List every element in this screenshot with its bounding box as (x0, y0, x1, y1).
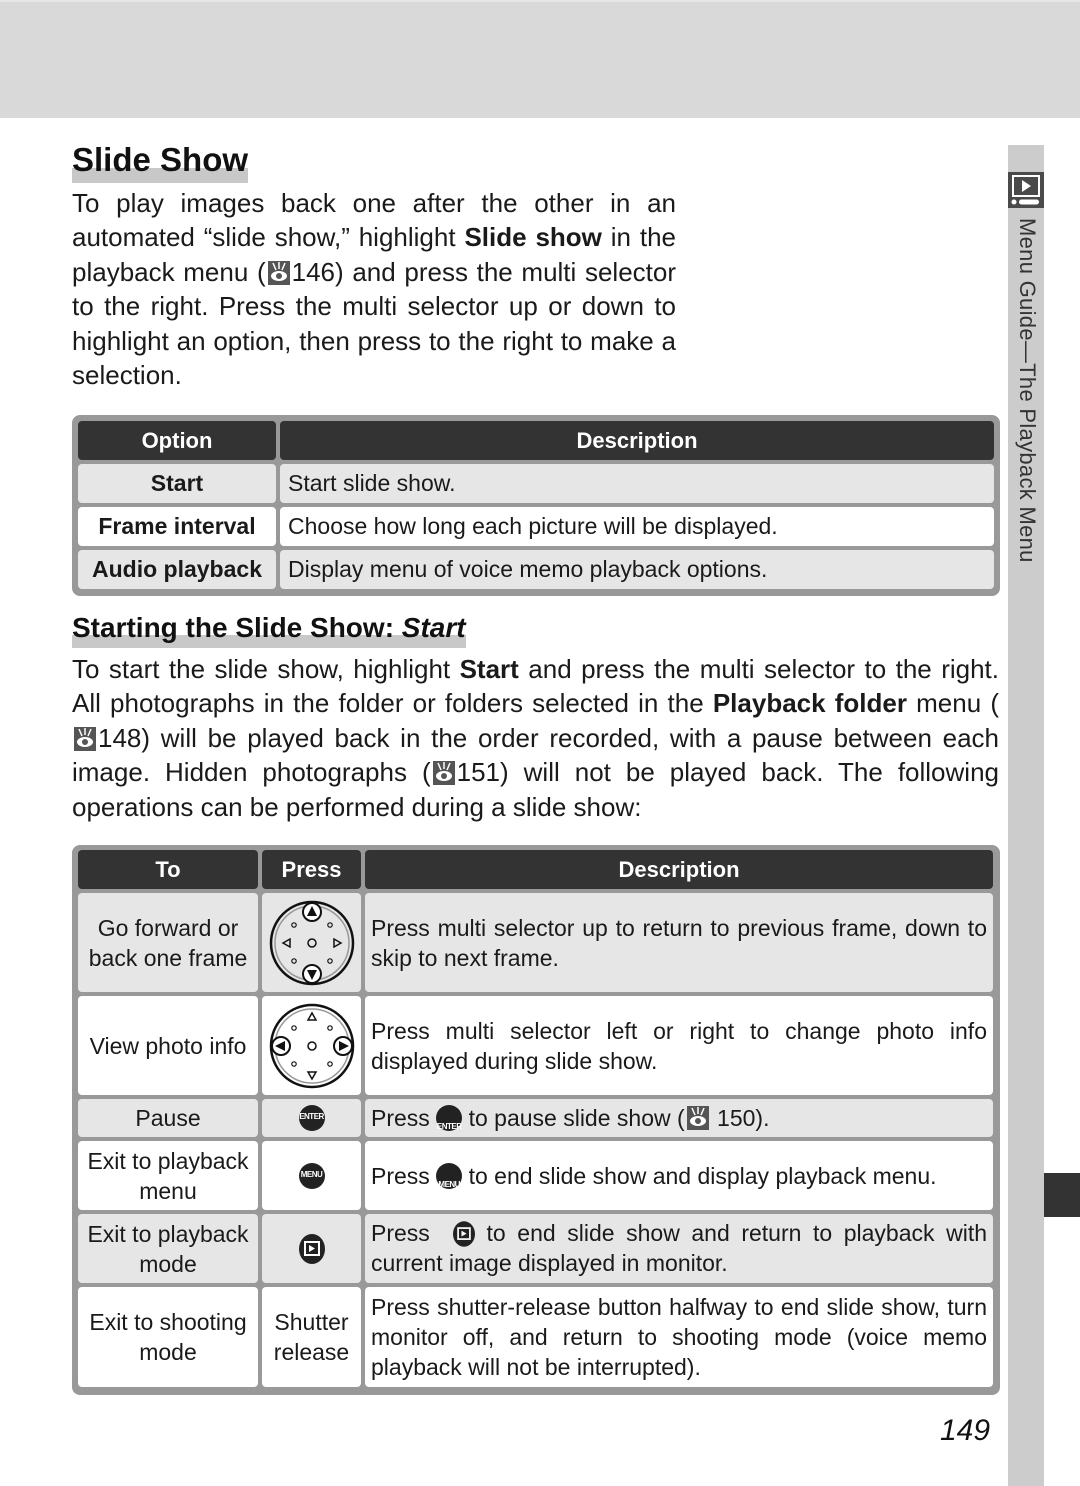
op-press-photo-info (262, 996, 361, 1095)
reference-page: 151 (456, 757, 500, 788)
reference-eye-icon (74, 726, 96, 751)
op-description-shooting-mode: Press shutter-release button halfway to … (365, 1287, 993, 1387)
ops-header-press: Press (262, 850, 361, 889)
op-description-pause: Press ENTER to pause slide show ( 150). (365, 1099, 993, 1137)
option-audio-playback: Audio playback (78, 550, 276, 589)
section-tab-marker (1044, 1173, 1080, 1217)
op-description-playback-menu: Press MENU to end slide show and display… (365, 1141, 993, 1210)
body-paragraph: To start the slide show, highlight Start… (72, 652, 999, 824)
playback-button-icon (298, 1233, 325, 1264)
page-number: 149 (940, 1414, 991, 1447)
op-to-photo-info: View photo info (78, 996, 258, 1095)
op-to-playback-mode: Exit to playback mode (78, 1214, 258, 1283)
op-press-frame (262, 893, 361, 992)
op-description-playback-mode: Press to end slide show and return to pl… (365, 1214, 993, 1283)
side-tab-label: Menu Guide—The Playback Menu (1010, 218, 1042, 638)
multi-selector-up-down-icon (269, 900, 354, 985)
ops-header-description: Description (365, 850, 993, 889)
op-to-playback-menu: Exit to playback menu (78, 1141, 258, 1210)
desc-text: to end slide show and display playback m… (462, 1162, 937, 1189)
enter-button-label: ENTER (436, 1122, 462, 1131)
option-start: Start (78, 464, 276, 503)
option-audio-playback-description: Display menu of voice memo playback opti… (280, 550, 994, 589)
desc-text: ). (755, 1105, 770, 1131)
desc-text: to pause slide show ( (462, 1105, 685, 1131)
options-table: Option Description Start Start slide sho… (72, 415, 1000, 596)
option-start-description: Start slide show. (280, 464, 994, 503)
side-label-part2: The Playback Menu (1015, 363, 1040, 563)
ops-header-to: To (78, 850, 258, 889)
top-band (0, 0, 1080, 118)
op-description-frame: Press multi selector up to return to pre… (365, 893, 993, 992)
desc-text: Press (371, 1220, 442, 1246)
enter-button-icon: ENTER (436, 1105, 463, 1131)
desc-text: Press (371, 1162, 430, 1189)
op-press-playback-mode (262, 1214, 361, 1283)
op-to-frame: Go forward or back one frame (78, 893, 258, 992)
op-press-pause: ENTER (262, 1099, 361, 1137)
playback-button-icon (452, 1221, 475, 1247)
side-label-part1: Menu Guide (1015, 218, 1040, 341)
body-bold: Playback folder (712, 688, 907, 719)
reference-page: 146 (291, 256, 336, 287)
body-text: menu ( (906, 688, 999, 719)
op-description-photo-info: Press multi selector left or right to ch… (365, 996, 993, 1095)
desc-text: Press (371, 1105, 430, 1131)
op-press-playback-menu: MENU (262, 1141, 361, 1210)
intro-paragraph: To play images back one after the other … (72, 186, 676, 392)
options-header-option: Option (78, 421, 276, 460)
menu-button-label: MENU (300, 1169, 323, 1179)
menu-button-icon: MENU (298, 1162, 325, 1189)
op-to-shooting-mode: Exit to shooting mode (78, 1287, 258, 1387)
page-title: Slide Show (72, 140, 249, 183)
reference-eye-icon (267, 260, 290, 285)
option-frame-interval: Frame interval (78, 507, 276, 546)
body-text: To start the slide show, highlight (72, 654, 460, 684)
body-bold: Start (459, 654, 519, 684)
op-press-shutter-release: Shutter release (262, 1287, 361, 1387)
reference-page: 150 (717, 1105, 756, 1131)
section-heading-text: Starting the Slide Show: (72, 612, 402, 643)
intro-bold: Slide show (464, 222, 602, 253)
section-heading: Starting the Slide Show: Start (72, 610, 466, 648)
section-heading-italic: Start (401, 612, 466, 643)
enter-button-icon: ENTER (298, 1105, 325, 1131)
options-header-description: Description (280, 421, 994, 460)
page-title-text: Slide Show (72, 141, 249, 178)
op-to-pause: Pause (78, 1099, 258, 1137)
side-label-dash: — (1015, 340, 1040, 364)
reference-page: 148 (98, 722, 142, 753)
reference-eye-icon (432, 761, 455, 786)
enter-button-label: ENTER (299, 1112, 324, 1121)
menu-button-icon: MENU (436, 1162, 463, 1189)
multi-selector-left-right-icon (269, 1003, 354, 1088)
menu-button-label: MENU (438, 1179, 460, 1189)
reference-eye-icon (686, 1106, 709, 1130)
option-frame-interval-description: Choose how long each picture will be dis… (280, 507, 994, 546)
operations-table: To Press Description Go forward or back … (72, 845, 1000, 1395)
playback-icon (1008, 172, 1044, 208)
